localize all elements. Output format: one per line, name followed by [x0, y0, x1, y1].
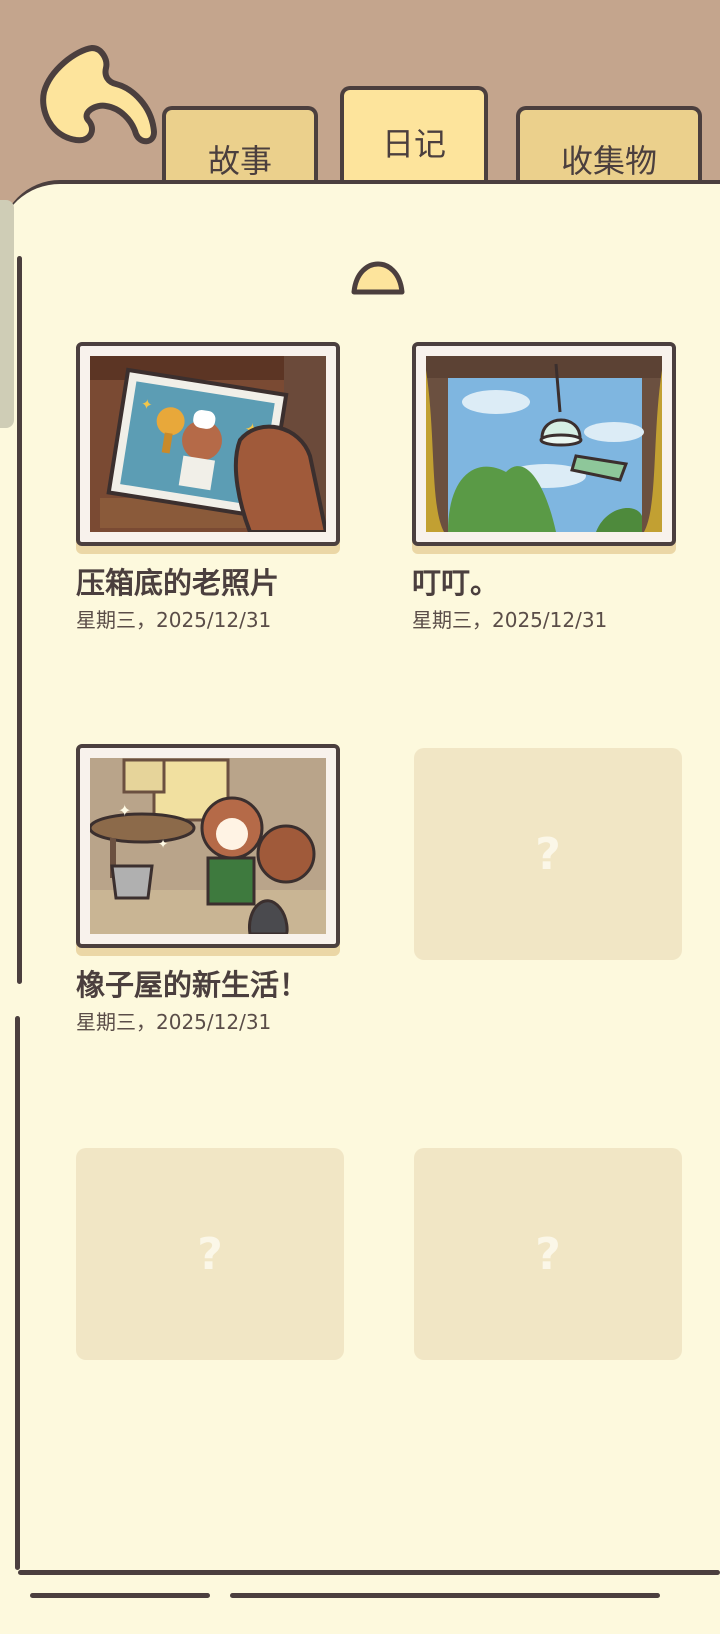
tab-collection-label: 收集物 — [560, 142, 657, 180]
locked-question-mark-icon: ? — [535, 1228, 561, 1280]
locked-entry-slot[interactable]: ? — [414, 748, 682, 960]
tab-story-label: 故事 — [207, 142, 272, 180]
page-bottom-line — [230, 1593, 660, 1598]
page-bottom-line — [18, 1570, 720, 1575]
back-arrow-icon[interactable] — [36, 40, 158, 150]
old-photo-image: ✦ ✦ — [90, 356, 326, 532]
page-spine-line — [15, 1016, 20, 1570]
entry-title: 橡子屋的新生活！ — [76, 968, 309, 1002]
wind-chime-image — [426, 356, 662, 532]
page-bottom-line — [30, 1593, 210, 1598]
entry-title: 压箱底的老照片 — [76, 566, 280, 600]
locked-entry-slot[interactable]: ? — [76, 1148, 344, 1360]
page-spine-line — [17, 256, 22, 984]
scroll-up-icon[interactable] — [348, 258, 408, 298]
svg-text:✦: ✦ — [118, 801, 131, 820]
scrollbar[interactable] — [0, 200, 14, 428]
tab-diary-label: 日记 — [381, 125, 446, 163]
entry-photo-frame — [412, 342, 676, 546]
entry-date: 星期三，2025/12/31 — [76, 1010, 272, 1034]
locked-question-mark-icon: ? — [197, 1228, 223, 1280]
entry-date: 星期三，2025/12/31 — [76, 608, 272, 632]
entry-photo-frame: ✦ ✦ — [76, 342, 340, 546]
entry-photo-frame: ✦ ✦ — [76, 744, 340, 948]
locked-entry-slot[interactable]: ? — [414, 1148, 682, 1360]
diary-entry[interactable]: ✦ ✦ 压箱底的老照片 星期三，2025/12/31 — [76, 342, 348, 633]
entry-date: 星期三，2025/12/31 — [412, 608, 608, 632]
svg-text:✦: ✦ — [158, 837, 168, 851]
locked-question-mark-icon: ? — [535, 828, 561, 880]
new-life-image: ✦ ✦ — [90, 758, 326, 934]
entry-title: 叮叮。 — [412, 566, 500, 600]
diary-entry[interactable]: 叮叮。 星期三，2025/12/31 — [412, 342, 684, 633]
diary-entry[interactable]: ✦ ✦ 橡子屋的新生活！ 星期三，2025/12/31 — [76, 744, 348, 1035]
